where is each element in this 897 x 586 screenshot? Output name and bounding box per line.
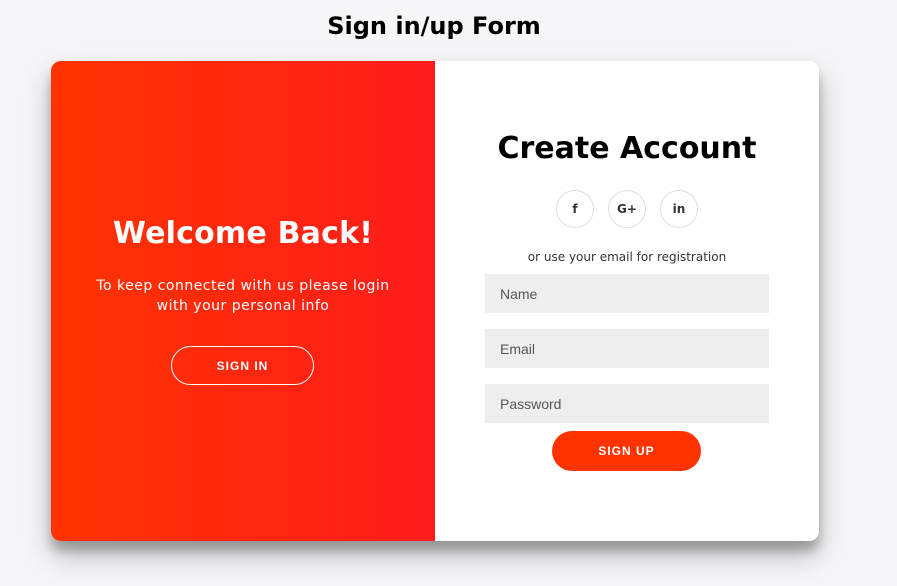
registration-hint: or use your email for registration (527, 250, 727, 264)
social-buttons: f G+ in (435, 190, 819, 228)
welcome-overlay-panel: Welcome Back! To keep connected with us … (51, 61, 435, 541)
password-input[interactable] (485, 384, 769, 423)
create-account-title: Create Account (497, 131, 757, 166)
welcome-title: Welcome Back! (112, 216, 374, 251)
sign-up-button[interactable]: SIGN UP (552, 431, 701, 471)
form-container: Welcome Back! To keep connected with us … (51, 61, 819, 541)
email-input[interactable] (485, 329, 769, 368)
welcome-text: To keep connected with us please login w… (96, 278, 390, 314)
sign-in-button[interactable]: SIGN IN (171, 346, 314, 385)
linkedin-icon[interactable]: in (660, 190, 698, 228)
name-input[interactable] (485, 274, 769, 313)
google-plus-icon[interactable]: G+ (608, 190, 646, 228)
page-title: Sign in/up Form (327, 12, 541, 40)
facebook-icon[interactable]: f (556, 190, 594, 228)
sign-up-form-panel: Create Account f G+ in or use your email… (435, 61, 819, 541)
